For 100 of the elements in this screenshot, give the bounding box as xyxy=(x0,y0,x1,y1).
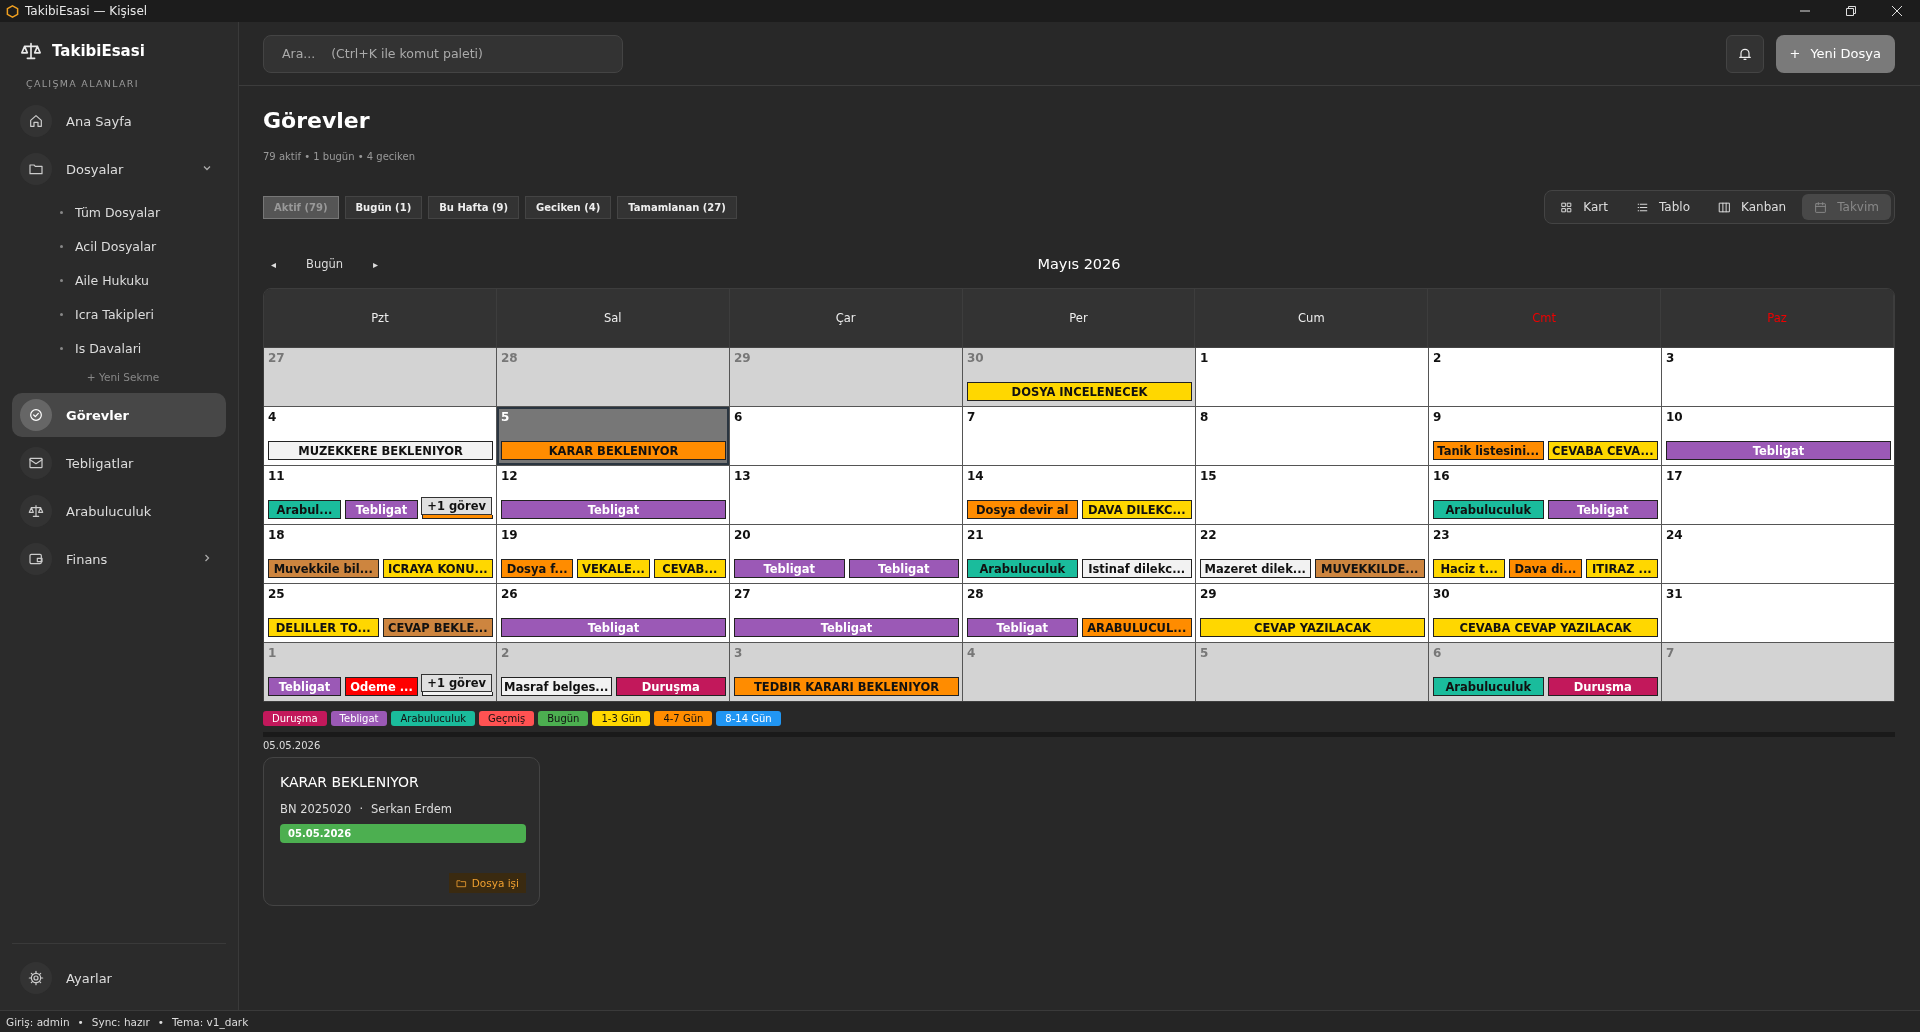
day-cell[interactable]: 16 Arabuluculuk Tebligat xyxy=(1429,466,1661,524)
event-chip[interactable]: MUZEKKERE BEKLENIYOR xyxy=(268,441,493,460)
event-chip[interactable]: Arabuluculuk xyxy=(1433,677,1544,696)
event-chip[interactable]: VEKALE... xyxy=(577,559,650,578)
day-cell[interactable]: 21 Arabuluculuk Istinaf dilekc... xyxy=(963,525,1195,583)
day-cell[interactable]: 2 Masraf belges... Duruşma xyxy=(497,643,729,701)
event-chip[interactable]: Haciz t... xyxy=(1433,559,1506,578)
previous-month-button[interactable]: ◂ xyxy=(263,254,285,274)
event-chip[interactable]: Istinaf dilekc... xyxy=(1081,559,1192,578)
day-cell[interactable]: 22 Mazeret dilek... MUVEKKILDE... xyxy=(1196,525,1428,583)
day-cell[interactable]: 5 KARAR BEKLENIYOR xyxy=(497,407,729,465)
nav-item[interactable]: Finans xyxy=(12,537,226,581)
task-card[interactable]: KARAR BEKLENIYOR BN 2025020 · Serkan Erdem 05.05.2026 Dosya işi xyxy=(263,757,540,906)
event-chip[interactable]: Dosya devir al xyxy=(967,500,1078,519)
event-chip[interactable]: CEVAP YAZILACAK xyxy=(1200,618,1425,637)
event-chip[interactable]: Odeme ... xyxy=(345,677,418,696)
event-chip[interactable]: CEVABA CEVA... xyxy=(1547,441,1658,460)
event-chip-edge[interactable] xyxy=(422,692,493,696)
day-cell[interactable]: 20 Tebligat Tebligat xyxy=(730,525,962,583)
day-cell[interactable]: 12 Tebligat xyxy=(497,466,729,524)
filter-tab[interactable]: Geciken (4) xyxy=(525,195,612,219)
day-cell[interactable]: 11 Arabul... Tebligat +1 görev xyxy=(264,466,496,524)
event-chip[interactable]: Tanik listesini... xyxy=(1433,441,1544,460)
event-chip[interactable]: ICRAYA KONU... xyxy=(382,559,493,578)
event-chip[interactable]: Muvekkile bil... xyxy=(268,559,379,578)
event-chip[interactable]: CEVABA CEVAP YAZILACAK xyxy=(1433,618,1658,637)
notification-button[interactable] xyxy=(1725,34,1764,73)
day-cell[interactable]: 7 xyxy=(963,407,1195,465)
day-cell[interactable]: 17 xyxy=(1662,466,1894,524)
new-file-button[interactable]: + Yeni Dosya xyxy=(1775,34,1895,73)
filter-tab[interactable]: Bugün (1) xyxy=(344,195,423,219)
day-cell[interactable]: 6 Arabuluculuk Duruşma xyxy=(1429,643,1661,701)
event-chip[interactable]: Tebligat xyxy=(967,618,1078,637)
more-tasks-badge[interactable]: +1 görev xyxy=(421,674,492,692)
event-chip[interactable]: Tebligat xyxy=(1547,500,1658,519)
day-cell[interactable]: 25 DELILLER TO... CEVAP BEKLE... xyxy=(264,584,496,642)
event-chip[interactable]: Duruşma xyxy=(615,677,726,696)
day-cell[interactable]: 23 Haciz t... Dava di... ITIRAZ ... xyxy=(1429,525,1661,583)
sub-nav-item[interactable]: Icra Takipleri xyxy=(75,306,154,322)
day-cell[interactable]: 1 xyxy=(1196,348,1428,406)
filter-tab[interactable]: Bu Hafta (9) xyxy=(428,195,520,219)
view-tab[interactable]: Kanban xyxy=(1706,194,1799,220)
event-chip[interactable]: DOSYA INCELENECEK xyxy=(967,382,1192,401)
day-cell[interactable]: 29 CEVAP YAZILACAK xyxy=(1196,584,1428,642)
event-chip[interactable]: TEDBIR KARARI BEKLENIYOR xyxy=(734,677,959,696)
event-chip[interactable]: ITIRAZ ... xyxy=(1585,559,1658,578)
day-cell[interactable]: 3 xyxy=(1662,348,1894,406)
day-cell[interactable]: 2 xyxy=(1429,348,1661,406)
nav-item[interactable]: Ana Sayfa xyxy=(12,99,226,143)
view-tab[interactable]: Tablo xyxy=(1624,194,1702,220)
nav-item[interactable]: Arabuluculuk xyxy=(12,489,226,533)
event-chip[interactable]: Duruşma xyxy=(1547,677,1658,696)
day-cell[interactable]: 6 xyxy=(730,407,962,465)
day-cell[interactable]: 28 Tebligat ARABULUCUL... xyxy=(963,584,1195,642)
today-button[interactable]: Bugün xyxy=(284,253,366,275)
event-chip[interactable]: Dava di... xyxy=(1509,559,1582,578)
day-cell[interactable]: 3 TEDBIR KARARI BEKLENIYOR xyxy=(730,643,962,701)
event-chip[interactable]: Tebligat xyxy=(268,677,341,696)
new-tab-link[interactable]: + Yeni Sekme xyxy=(86,365,160,393)
sub-nav-item[interactable]: Is Davalari xyxy=(75,340,142,356)
day-cell[interactable]: 15 xyxy=(1196,466,1428,524)
event-chip[interactable]: KARAR BEKLENIYOR xyxy=(501,441,726,460)
event-chip[interactable]: MUVEKKILDE... xyxy=(1314,559,1425,578)
event-chip[interactable]: CEVAP BEKLE... xyxy=(382,618,493,637)
day-cell[interactable]: 31 xyxy=(1662,584,1894,642)
settings-item[interactable]: Ayarlar xyxy=(12,956,226,1000)
event-chip[interactable]: Tebligat xyxy=(345,500,418,519)
event-chip[interactable]: Tebligat xyxy=(848,559,959,578)
event-chip[interactable]: Mazeret dilek... xyxy=(1200,559,1311,578)
nav-item[interactable]: Tebligatlar xyxy=(12,441,226,485)
event-chip[interactable]: Dosya f... xyxy=(501,559,574,578)
day-cell[interactable]: 30 DOSYA INCELENECEK xyxy=(963,348,1195,406)
event-chip[interactable]: Tebligat xyxy=(734,618,959,637)
next-month-button[interactable]: ▸ xyxy=(365,254,387,274)
event-chip[interactable]: Tebligat xyxy=(734,559,845,578)
day-cell[interactable]: 30 CEVABA CEVAP YAZILACAK xyxy=(1429,584,1661,642)
event-chip[interactable]: DELILLER TO... xyxy=(268,618,379,637)
view-tab[interactable]: Kart xyxy=(1548,194,1620,220)
day-cell[interactable]: 10 Tebligat xyxy=(1662,407,1894,465)
sub-nav-item[interactable]: Acil Dosyalar xyxy=(75,238,157,254)
day-cell[interactable]: 8 xyxy=(1196,407,1428,465)
sub-nav-item[interactable]: Aile Hukuku xyxy=(75,272,150,288)
event-chip[interactable]: ARABULUCUL... xyxy=(1081,618,1192,637)
event-chip[interactable]: Arabuluculuk xyxy=(1433,500,1544,519)
day-cell[interactable]: 13 xyxy=(730,466,962,524)
nav-item[interactable]: Dosyalar xyxy=(12,147,226,191)
event-chip[interactable]: Tebligat xyxy=(1666,441,1891,460)
event-chip[interactable]: DAVA DILEKC... xyxy=(1081,500,1192,519)
filter-tab[interactable]: Tamamlanan (27) xyxy=(617,195,737,219)
event-chip-edge[interactable] xyxy=(422,515,493,519)
day-cell[interactable]: 19 Dosya f... VEKALE... CEVAB... xyxy=(497,525,729,583)
event-chip[interactable]: Tebligat xyxy=(501,500,726,519)
sub-nav-item[interactable]: Tüm Dosyalar xyxy=(75,204,161,220)
nav-item[interactable]: Görevler xyxy=(12,393,226,437)
event-chip[interactable]: Arabul... xyxy=(268,500,341,519)
event-chip[interactable]: Tebligat xyxy=(501,618,726,637)
day-cell[interactable]: 14 Dosya devir al DAVA DILEKC... xyxy=(963,466,1195,524)
event-chip[interactable]: CEVAB... xyxy=(653,559,726,578)
day-cell[interactable]: 4 MUZEKKERE BEKLENIYOR xyxy=(264,407,496,465)
day-cell[interactable]: 26 Tebligat xyxy=(497,584,729,642)
